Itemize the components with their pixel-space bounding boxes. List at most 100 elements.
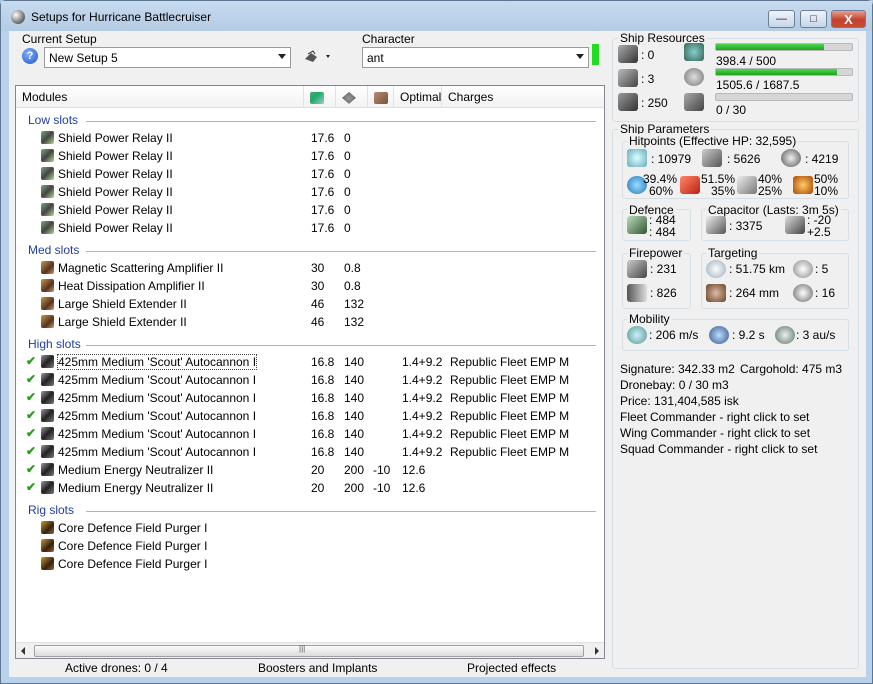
active-check-icon[interactable]: ✔ xyxy=(26,408,36,422)
powergrid-value: 1505.6 / 1687.5 xyxy=(716,78,800,92)
module-row[interactable]: ✔ 425mm Medium 'Scout' Autocannon I 16.8 14… xyxy=(16,425,604,443)
scroll-thumb[interactable] xyxy=(34,645,584,657)
cpu-bar xyxy=(715,43,853,51)
module-power: 140 xyxy=(344,391,365,405)
capacitor-rates: : -20 +2.5 xyxy=(807,214,831,238)
module-row[interactable]: Shield Power Relay II 17.6 0 xyxy=(16,219,604,237)
current-setup-label: Current Setup xyxy=(22,32,97,46)
cpu-bar-fill xyxy=(716,44,825,50)
module-row[interactable]: ✔ Medium Energy Neutralizer II 20 200 -10 12.… xyxy=(16,461,604,479)
column-power[interactable] xyxy=(336,86,368,108)
horizontal-scrollbar[interactable]: ||| xyxy=(16,642,604,658)
title-bar[interactable]: Setups for Hurricane Battlecruiser — □ X xyxy=(1,1,872,31)
module-row[interactable]: ✔ 425mm Medium 'Scout' Autocannon I 16.8 14… xyxy=(16,443,604,461)
module-row[interactable]: Large Shield Extender II 46 132 xyxy=(16,313,604,331)
module-row[interactable]: Magnetic Scattering Amplifier II 30 0.8 xyxy=(16,259,604,277)
setup-select[interactable]: New Setup 5 xyxy=(44,47,291,68)
active-drones-status[interactable]: Active drones: 0 / 4 xyxy=(65,661,168,675)
module-row[interactable]: Shield Power Relay II 17.6 0 xyxy=(16,129,604,147)
setup-tools-button[interactable] xyxy=(302,48,334,66)
module-list[interactable]: Modules Optimal Charges Low slots Shield … xyxy=(15,85,605,659)
module-icon xyxy=(41,481,54,494)
module-optimal: 1.4+9.2 xyxy=(402,373,443,387)
character-label: Character xyxy=(362,32,415,46)
column-charges[interactable]: Charges xyxy=(442,86,604,108)
module-name: Heat Dissipation Amplifier II xyxy=(58,279,205,293)
active-check-icon[interactable]: ✔ xyxy=(26,480,36,494)
active-check-icon[interactable]: ✔ xyxy=(26,354,36,368)
ship-tool-icon xyxy=(305,50,330,62)
module-name: Shield Power Relay II xyxy=(58,203,173,217)
module-power: 0.8 xyxy=(344,279,361,293)
module-row[interactable]: ✔ 425mm Medium 'Scout' Autocannon I 16.8 14… xyxy=(16,407,604,425)
active-check-icon[interactable]: ✔ xyxy=(26,444,36,458)
projected-effects-status[interactable]: Projected effects xyxy=(467,661,556,675)
module-row[interactable]: Heat Dissipation Amplifier II 30 0.8 xyxy=(16,277,604,295)
fleet-commander[interactable]: Fleet Commander - right click to set xyxy=(620,410,809,424)
module-charges[interactable]: Republic Fleet EMP M xyxy=(450,355,569,369)
column-cpu[interactable] xyxy=(304,86,336,108)
module-charges[interactable]: Republic Fleet EMP M xyxy=(450,373,569,387)
module-optimal: 12.6 xyxy=(402,463,426,477)
module-icon xyxy=(41,221,54,234)
character-select[interactable]: ant xyxy=(362,47,589,68)
module-row[interactable]: Core Defence Field Purger I xyxy=(16,555,604,573)
scroll-right-icon[interactable] xyxy=(595,647,599,655)
drone-bandwidth-value: 0 / 30 xyxy=(716,103,747,117)
column-modules[interactable]: Modules xyxy=(16,86,304,108)
maximize-button[interactable]: □ xyxy=(800,10,827,28)
module-row[interactable]: ✔ 425mm Medium 'Scout' Autocannon I 16.8 14… xyxy=(16,371,604,389)
dps-icon xyxy=(627,260,647,278)
align-time-icon xyxy=(709,326,729,344)
section-separator xyxy=(86,121,596,122)
active-check-icon[interactable]: ✔ xyxy=(26,372,36,386)
help-icon[interactable]: ? xyxy=(22,48,38,64)
module-name: Core Defence Field Purger I xyxy=(58,557,208,571)
module-cpu: 16.8 xyxy=(311,409,335,423)
scroll-left-icon[interactable] xyxy=(21,647,25,655)
drone-bay-icon xyxy=(684,93,704,111)
active-check-icon[interactable]: ✔ xyxy=(26,426,36,440)
module-row[interactable]: Large Shield Extender II 46 132 xyxy=(16,295,604,313)
squad-commander[interactable]: Squad Commander - right click to set xyxy=(620,442,817,456)
module-row[interactable]: Shield Power Relay II 17.6 0 xyxy=(16,183,604,201)
shield-icon xyxy=(627,149,647,167)
column-calibration[interactable] xyxy=(368,86,394,108)
module-row[interactable]: ✔ Medium Energy Neutralizer II 20 200 -10 12.… xyxy=(16,479,604,497)
close-button[interactable]: X xyxy=(831,10,866,28)
boosters-implants-status[interactable]: Boosters and Implants xyxy=(258,661,377,675)
hitpoints-title: Hitpoints (Effective HP: 32,595) xyxy=(627,134,799,148)
module-icon xyxy=(41,557,54,570)
module-row[interactable]: ✔ 425mm Medium 'Scout' Autocannon I 16.8 14… xyxy=(16,389,604,407)
module-row[interactable]: ✔ 425mm Medium 'Scout' Autocannon I 16.8 14… xyxy=(16,353,604,371)
module-icon xyxy=(41,297,54,310)
module-row[interactable]: Core Defence Field Purger I xyxy=(16,519,604,537)
module-charges[interactable]: Republic Fleet EMP M xyxy=(450,409,569,423)
module-cpu: 17.6 xyxy=(311,167,335,181)
module-icon xyxy=(41,463,54,476)
chevron-down-icon xyxy=(278,54,286,59)
max-targets: : 5 xyxy=(815,262,829,276)
module-power: 0 xyxy=(344,221,351,235)
targeting-range-icon xyxy=(706,260,726,278)
minimize-button[interactable]: — xyxy=(768,10,795,28)
section-separator xyxy=(86,345,596,346)
align-time: : 9.2 s xyxy=(732,328,765,342)
module-row[interactable]: Core Defence Field Purger I xyxy=(16,537,604,555)
module-charges[interactable]: Republic Fleet EMP M xyxy=(450,427,569,441)
active-check-icon[interactable]: ✔ xyxy=(26,462,36,476)
module-row[interactable]: Shield Power Relay II 17.6 0 xyxy=(16,147,604,165)
dronebay: Dronebay: 0 / 30 m3 xyxy=(620,378,729,392)
module-power: 0 xyxy=(344,149,351,163)
module-rows: Low slots Shield Power Relay II 17.6 0 Shiel… xyxy=(16,109,604,639)
module-row[interactable]: Shield Power Relay II 17.6 0 xyxy=(16,165,604,183)
wing-commander[interactable]: Wing Commander - right click to set xyxy=(620,426,810,440)
column-optimal[interactable]: Optimal xyxy=(394,86,442,108)
module-charges[interactable]: Republic Fleet EMP M xyxy=(450,445,569,459)
module-charges[interactable]: Republic Fleet EMP M xyxy=(450,391,569,405)
setup-window: Setups for Hurricane Battlecruiser — □ X… xyxy=(0,0,873,684)
firepower-title: Firepower xyxy=(627,246,685,260)
client-area: Current Setup ? New Setup 5 Character an… xyxy=(9,31,866,677)
active-check-icon[interactable]: ✔ xyxy=(26,390,36,404)
module-row[interactable]: Shield Power Relay II 17.6 0 xyxy=(16,201,604,219)
